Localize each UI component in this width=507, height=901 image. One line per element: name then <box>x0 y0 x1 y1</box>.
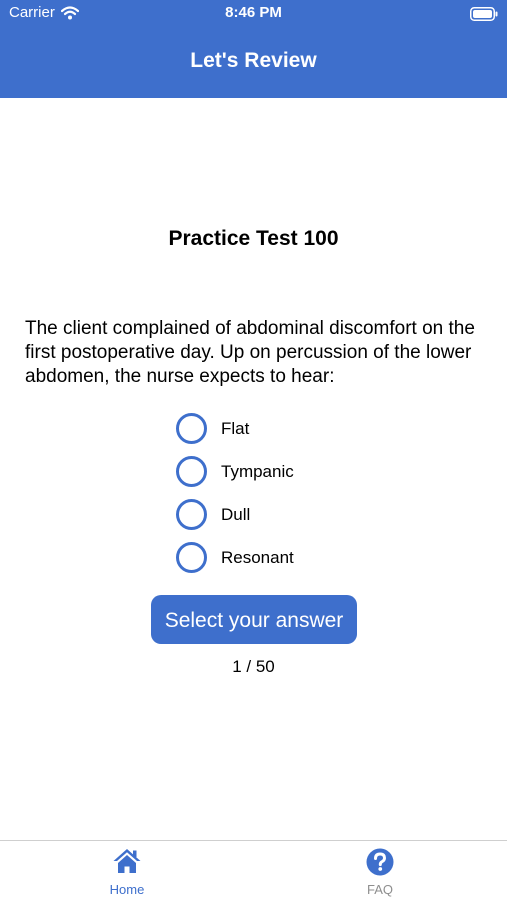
select-answer-button[interactable]: Select your answer <box>151 595 357 644</box>
page-title: Let's Review <box>190 49 317 72</box>
question-text: The client complained of abdominal disco… <box>25 318 475 387</box>
tab-label: FAQ <box>366 882 393 897</box>
tab-bar: Home FAQ <box>0 840 507 901</box>
battery-icon <box>470 7 498 21</box>
navigation-header: Carrier 8:46 PM Let's Review <box>0 0 507 98</box>
option-label: Dull <box>221 504 251 524</box>
option-resonant[interactable]: Resonant <box>176 539 294 576</box>
option-dull[interactable]: Dull <box>176 496 294 533</box>
radio-button[interactable] <box>176 499 207 530</box>
tab-label: Home <box>109 882 145 897</box>
option-label: Resonant <box>221 547 294 567</box>
radio-button[interactable] <box>176 413 207 444</box>
test-title: Practice Test 100 <box>168 227 339 250</box>
answer-options: Flat Tympanic Dull Resonant <box>176 410 294 582</box>
radio-button[interactable] <box>176 456 207 487</box>
option-label: Flat <box>221 418 250 438</box>
status-time: 8:46 PM <box>225 4 282 21</box>
radio-button[interactable] <box>176 542 207 573</box>
status-bar: Carrier 8:46 PM <box>0 0 507 28</box>
question-circle-icon <box>365 847 395 877</box>
tab-home[interactable]: Home <box>67 847 187 901</box>
option-flat[interactable]: Flat <box>176 410 294 447</box>
tab-faq[interactable]: FAQ <box>320 847 440 901</box>
question-progress: 1 / 50 <box>232 657 275 676</box>
option-label: Tympanic <box>221 461 294 481</box>
option-tympanic[interactable]: Tympanic <box>176 453 294 490</box>
home-icon <box>112 847 142 877</box>
